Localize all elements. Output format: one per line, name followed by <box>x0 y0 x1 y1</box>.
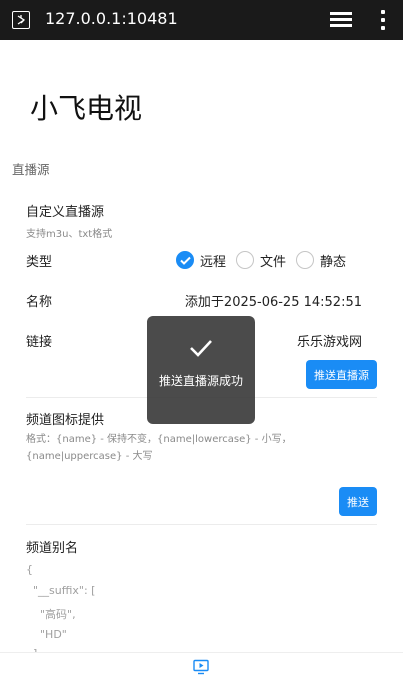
type-label: 类型 <box>26 255 53 270</box>
checkmark-icon <box>190 340 212 357</box>
type-option-label: 远程 <box>200 254 227 270</box>
section-label: 直播源 <box>12 162 50 177</box>
divider <box>26 524 377 525</box>
type-option-remote[interactable]: 远程 <box>176 251 226 270</box>
alias-code-line: { <box>26 563 33 576</box>
tv-icon[interactable] <box>193 659 209 675</box>
push-icon-provider-button[interactable]: 推送 <box>339 487 377 516</box>
url-bar[interactable]: 127.0.0.1:10481 <box>45 9 178 28</box>
name-input[interactable]: 添加于2025-06-25 14:52:51 <box>185 291 362 310</box>
menu-dots-icon[interactable] <box>380 9 386 31</box>
type-option-label: 静态 <box>320 254 347 270</box>
custom-source-title: 自定义直播源 <box>26 205 105 220</box>
radio-unchecked-icon <box>236 251 255 269</box>
type-radio-group: 远程 文件 静态 <box>176 249 356 271</box>
app-title: 小飞电视 <box>30 92 143 125</box>
alias-code-line: "HD" <box>26 628 67 641</box>
bottom-nav <box>0 652 403 682</box>
site-info-icon[interactable] <box>12 11 30 29</box>
type-option-file[interactable]: 文件 <box>236 251 286 270</box>
radio-checked-icon <box>176 251 194 269</box>
custom-source-subtitle: 支持m3u、txt格式 <box>26 229 113 240</box>
success-toast: 推送直播源成功 <box>147 316 255 424</box>
icon-provider-hint: 格式：{name} - 保持不变，{name|lowercase} - 小写，{… <box>26 434 292 462</box>
push-live-source-button[interactable]: 推送直播源 <box>306 360 377 389</box>
toast-message: 推送直播源成功 <box>158 374 243 388</box>
browser-toolbar: 127.0.0.1:10481 <box>0 0 403 40</box>
alias-title: 频道别名 <box>26 541 79 556</box>
name-label: 名称 <box>26 295 53 310</box>
type-option-label: 文件 <box>260 254 287 270</box>
link-label: 链接 <box>26 335 53 350</box>
type-option-static[interactable]: 静态 <box>296 251 346 270</box>
alias-code-line: "高码", <box>26 608 76 621</box>
tabs-icon[interactable] <box>330 10 352 30</box>
alias-code-line: "__suffix": [ <box>26 584 96 597</box>
link-input[interactable]: 乐乐游戏网 <box>297 331 362 350</box>
radio-unchecked-icon <box>296 251 315 269</box>
icon-provider-title: 频道图标提供 <box>26 413 105 428</box>
